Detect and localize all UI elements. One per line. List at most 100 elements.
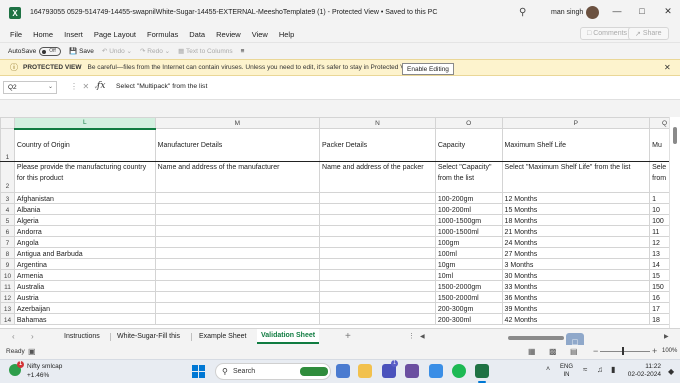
scrollbar-thumb[interactable] bbox=[508, 336, 564, 340]
close-icon[interactable]: ✕ bbox=[664, 63, 671, 72]
avatar[interactable] bbox=[586, 6, 599, 19]
cell-shelf-life[interactable]: 3 Months bbox=[501, 258, 651, 270]
menu-formulas[interactable]: Formulas bbox=[147, 30, 178, 39]
add-sheet-button[interactable]: + bbox=[345, 331, 351, 342]
cell-country[interactable]: Antigua and Barbuda bbox=[13, 247, 156, 259]
undo-button[interactable]: ↶ Undo ⌄ bbox=[102, 47, 132, 56]
cell-shelf-life[interactable]: 18 Months bbox=[501, 214, 651, 226]
cell[interactable]: Packer Details bbox=[319, 128, 436, 162]
menu-insert[interactable]: Insert bbox=[64, 30, 83, 39]
row-header[interactable]: 3 bbox=[0, 192, 15, 204]
chevron-left-icon[interactable]: ‹ bbox=[12, 332, 15, 341]
row-header[interactable]: 2 bbox=[0, 161, 15, 193]
cell-packer[interactable] bbox=[319, 192, 436, 204]
row-header[interactable]: 10 bbox=[0, 269, 15, 281]
row-header[interactable]: 14 bbox=[0, 313, 15, 325]
cell-packer[interactable] bbox=[319, 214, 436, 226]
cell-manufacturer[interactable] bbox=[154, 214, 321, 226]
search-icon[interactable]: ⚲ bbox=[519, 7, 526, 18]
autosave-toggle[interactable]: Off bbox=[39, 46, 62, 56]
language-indicator[interactable]: ENG IN bbox=[560, 363, 573, 379]
cell-capacity[interactable]: 1000-1500ml bbox=[434, 225, 503, 237]
zoom-out-button[interactable]: − bbox=[593, 346, 598, 356]
cell-packer[interactable] bbox=[319, 313, 436, 325]
cell-capacity[interactable]: 100-200gm bbox=[434, 192, 503, 204]
cell-shelf-life[interactable]: 27 Months bbox=[501, 247, 651, 259]
cell-table[interactable]: L M N O P Q 1 Country of Origin Manufact… bbox=[0, 117, 680, 325]
cell-shelf-life[interactable]: 24 Months bbox=[501, 236, 651, 248]
cell-packer[interactable] bbox=[319, 236, 436, 248]
save-button[interactable]: 💾 Save bbox=[69, 47, 94, 56]
cell[interactable]: Select "Capacity" from the list bbox=[434, 161, 503, 193]
spotify-icon[interactable] bbox=[452, 364, 466, 378]
chevron-down-icon[interactable]: ⌄ bbox=[48, 82, 53, 93]
cell-packer[interactable] bbox=[319, 302, 436, 314]
volume-icon[interactable]: ♫ bbox=[597, 365, 603, 374]
cell-manufacturer[interactable] bbox=[154, 280, 321, 292]
redo-button[interactable]: ↷ Redo ⌄ bbox=[140, 47, 170, 56]
cell[interactable]: Capacity bbox=[434, 128, 503, 162]
cell-shelf-life[interactable]: 12 Months bbox=[501, 192, 651, 204]
zoom-slider-handle[interactable] bbox=[622, 347, 624, 355]
row-header[interactable]: 6 bbox=[0, 225, 15, 237]
minimize-icon[interactable]: — bbox=[610, 6, 624, 16]
row-header[interactable]: 7 bbox=[0, 236, 15, 248]
more-options-icon[interactable]: ⋮ bbox=[408, 332, 415, 340]
cell-country[interactable]: Australia bbox=[13, 280, 156, 292]
menu-file[interactable]: File bbox=[10, 30, 22, 39]
zoom-in-button[interactable]: + bbox=[652, 346, 657, 356]
customize-toolbar-icon[interactable]: ≡ bbox=[241, 48, 245, 55]
notification-icon[interactable]: ◆ bbox=[668, 367, 674, 376]
tab-example-sheet[interactable]: Example Sheet bbox=[199, 333, 246, 340]
cell-country[interactable]: Argentina bbox=[13, 258, 156, 270]
app-icon[interactable] bbox=[405, 364, 419, 378]
name-box[interactable]: Q2 ⌄ bbox=[3, 81, 57, 94]
scroll-left-icon[interactable]: ◀ bbox=[420, 333, 425, 340]
cell-capacity[interactable]: 10ml bbox=[434, 269, 503, 281]
cell[interactable]: Maximum Shelf Life bbox=[501, 128, 651, 162]
cell-capacity[interactable]: 1500-2000ml bbox=[434, 291, 503, 303]
cell-manufacturer[interactable] bbox=[154, 313, 321, 325]
horizontal-scrollbar[interactable]: ◀ ▶ bbox=[420, 333, 670, 342]
cell-manufacturer[interactable] bbox=[154, 203, 321, 215]
scroll-right-icon[interactable]: ▶ bbox=[664, 333, 669, 340]
cell-capacity[interactable]: 1500-2000gm bbox=[434, 280, 503, 292]
row-header[interactable]: 4 bbox=[0, 203, 15, 215]
cell[interactable]: Manufacturer Details bbox=[154, 128, 321, 162]
chevron-up-icon[interactable]: ˄ bbox=[546, 366, 550, 373]
cell-manufacturer[interactable] bbox=[154, 247, 321, 259]
cell[interactable]: Country of Origin bbox=[13, 128, 156, 162]
spreadsheet-grid[interactable]: L M N O P Q 1 Country of Origin Manufact… bbox=[0, 117, 680, 328]
share-button[interactable]: ↗ Share bbox=[628, 27, 669, 40]
cell-country[interactable]: Albania bbox=[13, 203, 156, 215]
row-header[interactable]: 1 bbox=[0, 128, 15, 162]
cell-country[interactable]: Azerbaijan bbox=[13, 302, 156, 314]
insert-function-icon[interactable]: fx bbox=[97, 81, 105, 91]
row-header[interactable]: 5 bbox=[0, 214, 15, 226]
cell-shelf-life[interactable]: 15 Months bbox=[501, 203, 651, 215]
cell-capacity[interactable]: 200-300ml bbox=[434, 313, 503, 325]
cell[interactable]: Name and address of the packer bbox=[319, 161, 436, 193]
scrollbar-thumb[interactable] bbox=[673, 127, 677, 144]
maximize-icon[interactable]: □ bbox=[635, 6, 649, 16]
protected-view-message[interactable]: Be careful—files from the Internet can c… bbox=[88, 64, 416, 71]
tab-instructions[interactable]: Instructions bbox=[64, 333, 100, 340]
menu-view[interactable]: View bbox=[252, 30, 268, 39]
cell-shelf-life[interactable]: 30 Months bbox=[501, 269, 651, 281]
column-header-m[interactable]: M bbox=[154, 117, 321, 129]
cell[interactable]: Name and address of the manufacturer bbox=[154, 161, 321, 193]
battery-icon[interactable]: ▮ bbox=[611, 365, 615, 374]
vertical-scrollbar[interactable] bbox=[669, 117, 680, 328]
comments-button[interactable]: □ Comments bbox=[580, 27, 635, 40]
cell-shelf-life[interactable]: 39 Months bbox=[501, 302, 651, 314]
user-name[interactable]: man singh bbox=[551, 9, 583, 16]
cell-capacity[interactable]: 200-300gm bbox=[434, 302, 503, 314]
cell-packer[interactable] bbox=[319, 280, 436, 292]
close-icon[interactable]: ✕ bbox=[661, 6, 675, 17]
cell-country[interactable]: Afghanistan bbox=[13, 192, 156, 204]
cell-manufacturer[interactable] bbox=[154, 291, 321, 303]
select-all-corner[interactable] bbox=[0, 117, 15, 129]
row-header[interactable]: 13 bbox=[0, 302, 15, 314]
cell-capacity[interactable]: 1000-1500gm bbox=[434, 214, 503, 226]
cell-capacity[interactable]: 100gm bbox=[434, 236, 503, 248]
